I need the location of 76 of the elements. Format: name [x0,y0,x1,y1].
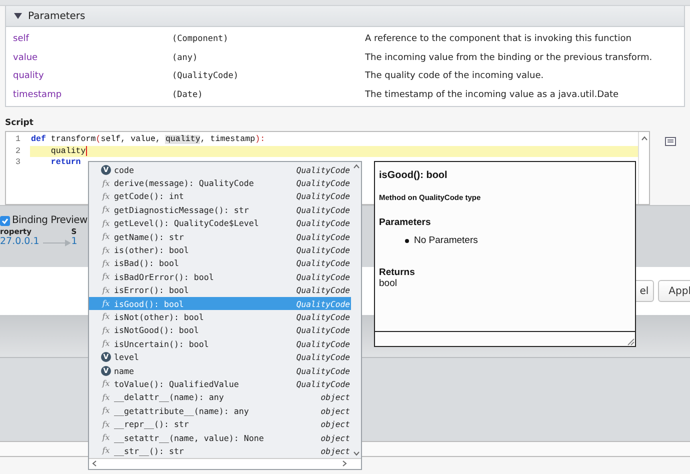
doc-text: No Parameters [414,235,478,246]
function-icon: fx [102,178,110,188]
column-value: 27.0.0.1 [0,236,40,247]
completion-item[interactable]: fx isNot(other): bool QualityCode [89,310,351,324]
parameter-description: The incoming value from the binding or the previous transform. [365,52,654,63]
function-icon: fx [102,218,110,228]
resize-grip-icon[interactable] [625,336,635,346]
scroll-up-icon[interactable] [352,164,360,169]
function-icon: fx [102,299,110,308]
line-number: 2 [14,146,22,157]
collapse-triangle-icon[interactable] [14,13,22,19]
function-icon: fx [102,205,110,214]
function-icon: fx [102,379,110,388]
completion-item[interactable]: fx isBad(): bool QualityCode [89,256,351,270]
function-icon: fx [102,392,110,402]
doc-text: bool [379,278,398,289]
scroll-right-icon[interactable] [342,460,347,468]
function-icon: fx [102,246,110,255]
function-icon: fx [102,433,110,442]
function-icon: fx [102,286,110,295]
arrow-icon [43,238,72,248]
completion-item[interactable]: fx isUncertain(): bool QualityCode [89,337,351,350]
function-icon: fx [102,232,110,242]
parameter-description: A reference to the component that is invoking this function [365,34,632,44]
parameter-name: self [13,34,30,44]
panel-icon[interactable] [664,137,676,146]
line-number: 3 [14,157,22,168]
completion-item[interactable]: fx getName(): str QualityCode [89,230,351,244]
completion-item[interactable]: fx isError(): bool QualityCode [89,284,351,297]
function-icon: fx [102,258,110,268]
function-icon: fx [102,312,110,322]
function-icon: fx [102,326,110,335]
parameter-type: (any) [172,52,199,63]
completion-item[interactable]: fx __getattribute__(name): any object [89,404,351,418]
checkbox[interactable] [0,216,10,226]
completion-item[interactable]: fx getDiagnosticMessage(): str QualityCode [89,203,351,217]
section-title: Parameters [28,10,86,22]
completion-item[interactable]: fx derive(message): QualityCode QualityCode [89,176,351,190]
completion-item[interactable]: fx is(other): bool QualityCode [89,243,351,257]
parameter-type: (Date) [172,90,204,100]
completion-item[interactable]: fx getLevel(): QualityCode$Level QualityCode [89,216,351,230]
scroll-left-icon[interactable] [92,460,97,468]
completion-item[interactable]: fx __setattr__(name, value): None object [89,430,351,444]
parameter-name: value [13,52,39,63]
function-icon: fx [102,420,110,429]
doc-heading: Parameters [379,217,432,228]
parameter-description: The timestamp of the incoming value as a java.util.Date [365,90,620,100]
scroll-down-icon[interactable] [352,450,360,456]
completion-item[interactable]: fx __delattr__(name): any object [89,390,351,404]
function-icon: fx [102,192,110,201]
function-icon: fx [102,339,110,348]
function-icon: fx [102,446,110,456]
completion-item[interactable]: fx getCode(): int QualityCode [89,190,351,204]
function-icon: fx [102,406,110,416]
line-number: 1 [14,134,22,146]
dialog-button[interactable]: Appl [658,280,690,302]
parameter-type: (Component) [172,34,230,44]
parameter-description: The quality code of the incoming value. [365,71,545,82]
completion-item[interactable]: fx isNotGood(): bool QualityCode [89,324,351,338]
parameter-name: quality [13,71,45,82]
code-line: return [50,157,81,168]
completion-item[interactable]: fx isBadOrError(): bool QualityCode [89,270,351,284]
binding-preview-label: Binding Preview [12,215,88,226]
completion-item[interactable]: fx toValue(): QualifiedValue QualityCode [89,377,351,391]
parameter-name: timestamp [13,90,63,100]
doc-title: isGood(): bool [379,170,448,181]
function-icon: fx [102,272,110,282]
completion-item[interactable]: fx __repr__(): str object [89,417,351,431]
bullet-icon [405,238,409,242]
column-value: 1 [71,236,78,247]
scroll-up-icon[interactable] [640,136,648,141]
script-label: Script [5,118,34,128]
code-line: def transform(self, value, quality, timestamp): [30,134,266,146]
doc-heading: Returns [379,267,416,278]
parameter-type: (QualityCode) [172,71,240,82]
parameters-header[interactable]: Parameters [6,6,684,27]
